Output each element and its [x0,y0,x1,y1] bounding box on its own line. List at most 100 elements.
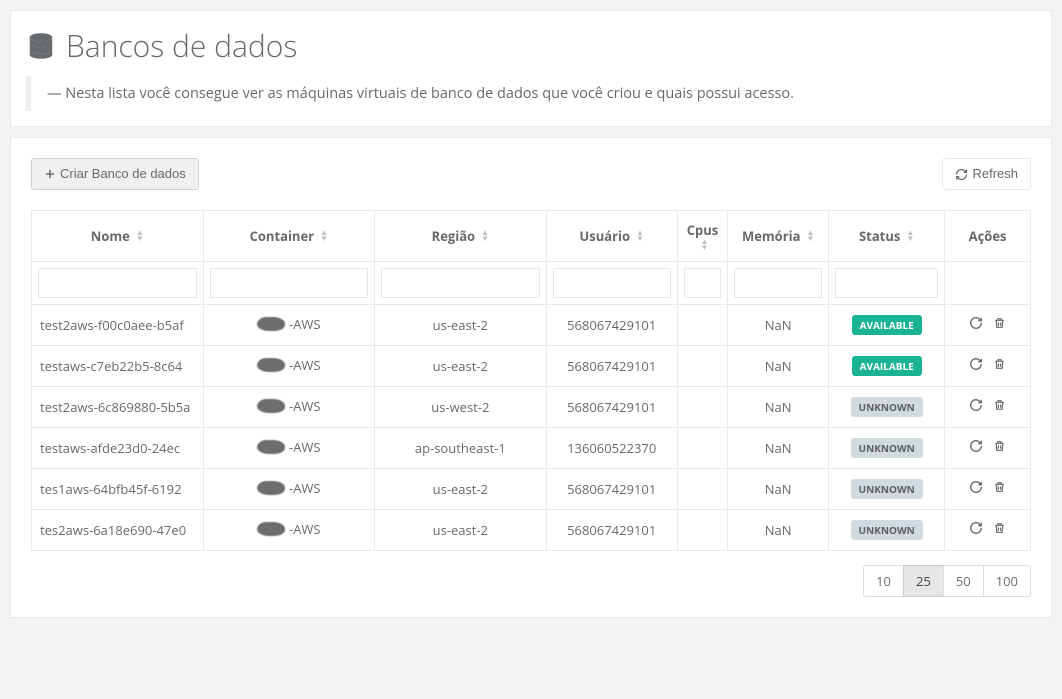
provider-logo-icon [257,399,285,413]
refresh-button[interactable]: Refresh [942,158,1031,190]
row-delete-button[interactable] [993,480,1006,494]
cell-region: us-east-2 [375,510,547,551]
sort-icon: ▲▼ [320,230,328,242]
filter-cpus-input[interactable] [684,268,721,298]
cell-cpus [677,346,727,387]
col-header-container[interactable]: Container▲▼ [203,211,375,262]
row-refresh-button[interactable] [969,316,983,330]
row-delete-button[interactable] [993,316,1006,330]
filter-status-input[interactable] [835,268,938,298]
cell-name: test2aws-6c869880-5b5a [32,387,204,428]
cell-cpus [677,387,727,428]
main-panel: Criar Banco de dados Refresh Nome▲▼ Cont… [10,137,1052,618]
page-size-25[interactable]: 25 [903,565,944,597]
cell-user: 568067429101 [546,305,677,346]
row-delete-button[interactable] [993,357,1006,371]
cell-status: UNKNOWN [829,387,945,428]
filter-memory-input[interactable] [734,268,822,298]
cell-region: us-east-2 [375,346,547,387]
cell-user: 568067429101 [546,387,677,428]
cell-memory: NaN [728,387,829,428]
status-badge: UNKNOWN [851,397,923,417]
page-size-100[interactable]: 100 [983,565,1031,597]
status-badge: UNKNOWN [851,438,923,458]
table-row: tes1aws-64bfb45f-6192-AWSus-east-2568067… [32,469,1031,510]
provider-logo-icon [257,358,285,372]
table-row: tes2aws-6a18e690-47e0-AWSus-east-2568067… [32,510,1031,551]
cell-name: testaws-c7eb22b5-8c64 [32,346,204,387]
cell-status: UNKNOWN [829,469,945,510]
cell-actions [945,346,1031,387]
row-refresh-button[interactable] [969,480,983,494]
col-header-region[interactable]: Região▲▼ [375,211,547,262]
status-badge: AVAILABLE [852,356,922,376]
col-header-name[interactable]: Nome▲▼ [32,211,204,262]
cell-memory: NaN [728,305,829,346]
create-database-button[interactable]: Criar Banco de dados [31,158,199,190]
table-row: testaws-afde23d0-24ec-AWSap-southeast-11… [32,428,1031,469]
cell-container: -AWS [203,469,375,510]
row-delete-button[interactable] [993,521,1006,535]
cell-status: AVAILABLE [829,346,945,387]
filter-user-input[interactable] [553,268,671,298]
cell-container: -AWS [203,305,375,346]
cell-region: us-east-2 [375,305,547,346]
status-badge: UNKNOWN [851,520,923,540]
cell-actions [945,428,1031,469]
row-refresh-button[interactable] [969,357,983,371]
col-header-status[interactable]: Status▲▼ [829,211,945,262]
refresh-button-label: Refresh [972,165,1018,183]
database-icon [26,31,56,61]
cell-name: testaws-afde23d0-24ec [32,428,204,469]
col-header-user[interactable]: Usuário▲▼ [546,211,677,262]
cell-container: -AWS [203,387,375,428]
cell-user: 568067429101 [546,469,677,510]
row-refresh-button[interactable] [969,521,983,535]
plus-icon [44,168,56,180]
page-size-50[interactable]: 50 [943,565,984,597]
page-subtitle: Nesta lista você consegue ver as máquina… [26,76,1036,111]
cell-name: tes2aws-6a18e690-47e0 [32,510,204,551]
row-refresh-button[interactable] [969,398,983,412]
status-badge: AVAILABLE [852,315,922,335]
row-delete-button[interactable] [993,398,1006,412]
cell-region: us-west-2 [375,387,547,428]
sort-icon: ▲▼ [701,239,709,251]
cell-name: tes1aws-64bfb45f-6192 [32,469,204,510]
cell-user: 568067429101 [546,346,677,387]
cell-status: UNKNOWN [829,428,945,469]
col-header-actions: Ações [945,211,1031,262]
cell-cpus [677,469,727,510]
cell-container: -AWS [203,346,375,387]
create-button-label: Criar Banco de dados [60,165,186,183]
row-delete-button[interactable] [993,439,1006,453]
databases-table: Nome▲▼ Container▲▼ Região▲▼ Usuário▲▼ Cp… [31,210,1031,551]
provider-logo-icon [257,440,285,454]
table-row: testaws-c7eb22b5-8c64-AWSus-east-2568067… [32,346,1031,387]
cell-actions [945,305,1031,346]
row-refresh-button[interactable] [969,439,983,453]
page-header: Bancos de dados Nesta lista você consegu… [10,10,1052,127]
cell-status: AVAILABLE [829,305,945,346]
page-title: Bancos de dados [26,25,1036,66]
filter-region-input[interactable] [381,268,540,298]
status-badge: UNKNOWN [851,479,923,499]
cell-actions [945,387,1031,428]
sort-icon: ▲▼ [136,230,144,242]
filter-name-input[interactable] [38,268,197,298]
pagination: 102550100 [31,565,1031,597]
cell-memory: NaN [728,469,829,510]
cell-region: us-east-2 [375,469,547,510]
filter-container-input[interactable] [210,268,369,298]
col-header-cpus[interactable]: Cpus▲▼ [677,211,727,262]
table-header-row: Nome▲▼ Container▲▼ Região▲▼ Usuário▲▼ Cp… [32,211,1031,262]
col-header-memory[interactable]: Memória▲▼ [728,211,829,262]
cell-cpus [677,428,727,469]
sort-icon: ▲▼ [636,230,644,242]
provider-logo-icon [257,317,285,331]
table-row: test2aws-6c869880-5b5a-AWSus-west-256806… [32,387,1031,428]
cell-container: -AWS [203,428,375,469]
table-row: test2aws-f00c0aee-b5af-AWSus-east-256806… [32,305,1031,346]
page-size-10[interactable]: 10 [863,565,904,597]
sort-icon: ▲▼ [806,230,814,242]
